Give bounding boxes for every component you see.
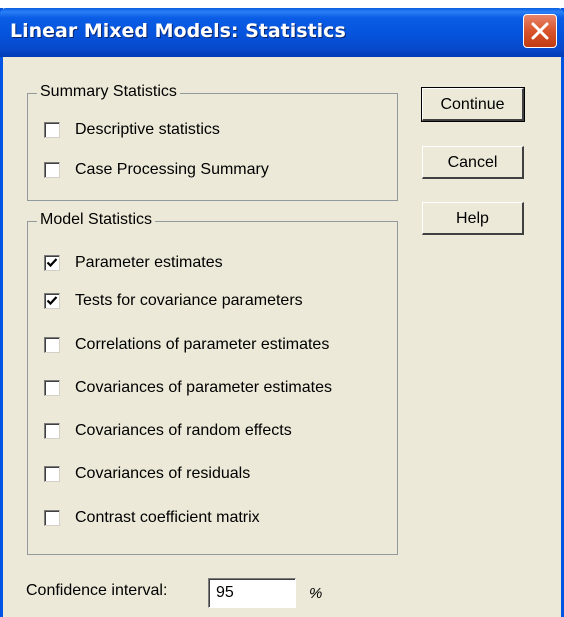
cancel-button[interactable]: Cancel (422, 146, 524, 179)
title-bar[interactable]: Linear Mixed Models: Statistics (0, 8, 564, 57)
case-processing-summary-checkbox[interactable] (44, 162, 60, 178)
tests-for-covariance-parameters-checkbox[interactable] (44, 293, 60, 309)
checkbox-label: Tests for covariance parameters (75, 292, 303, 309)
model-statistics-legend: Model Statistics (37, 211, 156, 229)
checkbox-row-descriptive-statistics[interactable]: Descriptive statistics (44, 119, 220, 141)
checkbox-row-tests-for-covariance-parameters[interactable]: Tests for covariance parameters (44, 290, 303, 312)
parameter-estimates-checkbox[interactable] (44, 255, 60, 271)
checkbox-row-covariances-of-parameter-estimates[interactable]: Covariances of parameter estimates (44, 377, 332, 399)
close-icon (531, 22, 549, 40)
close-button[interactable] (523, 14, 557, 48)
checkbox-label: Descriptive statistics (75, 121, 220, 138)
checkbox-row-covariances-of-random-effects[interactable]: Covariances of random effects (44, 420, 292, 442)
checkbox-label: Contrast coefficient matrix (75, 509, 260, 526)
checkmark-icon (46, 296, 58, 306)
checkbox-row-correlations-of-parameter-estimates[interactable]: Correlations of parameter estimates (44, 334, 329, 356)
percent-unit-label: % (309, 585, 323, 602)
covariances-of-parameter-estimates-checkbox[interactable] (44, 380, 60, 396)
statistics-dialog: Linear Mixed Models: Statistics Summary … (0, 8, 564, 617)
checkbox-label: Case Processing Summary (75, 161, 269, 178)
checkbox-label: Correlations of parameter estimates (75, 336, 330, 353)
correlations-of-parameter-estimates-checkbox[interactable] (44, 337, 60, 353)
descriptive-statistics-checkbox[interactable] (44, 122, 60, 138)
contrast-coefficient-matrix-checkbox[interactable] (44, 510, 60, 526)
confidence-interval-label: Confidence interval: (26, 582, 168, 599)
summary-statistics-group: Summary Statistics Descriptive statistic… (27, 83, 398, 201)
help-button[interactable]: Help (422, 202, 524, 235)
checkmark-icon (46, 258, 58, 268)
confidence-interval-input[interactable]: 95 (208, 578, 296, 608)
continue-button[interactable]: Continue (421, 87, 525, 122)
checkbox-label: Parameter estimates (75, 254, 223, 271)
checkbox-label: Covariances of random effects (75, 422, 292, 439)
checkbox-label: Covariances of residuals (75, 465, 251, 482)
checkbox-row-case-processing-summary[interactable]: Case Processing Summary (44, 159, 269, 181)
covariances-of-residuals-checkbox[interactable] (44, 466, 60, 482)
covariances-of-random-effects-checkbox[interactable] (44, 423, 60, 439)
checkbox-row-covariances-of-residuals[interactable]: Covariances of residuals (44, 463, 250, 485)
checkbox-row-parameter-estimates[interactable]: Parameter estimates (44, 252, 223, 274)
checkbox-row-contrast-coefficient-matrix[interactable]: Contrast coefficient matrix (44, 507, 260, 529)
dialog-title: Linear Mixed Models: Statistics (10, 20, 346, 42)
checkbox-label: Covariances of parameter estimates (75, 379, 332, 396)
summary-statistics-legend: Summary Statistics (37, 83, 180, 101)
page-top-text-fragment (0, 0, 564, 8)
model-statistics-group: Model Statistics Parameter estimates Tes… (27, 211, 398, 555)
